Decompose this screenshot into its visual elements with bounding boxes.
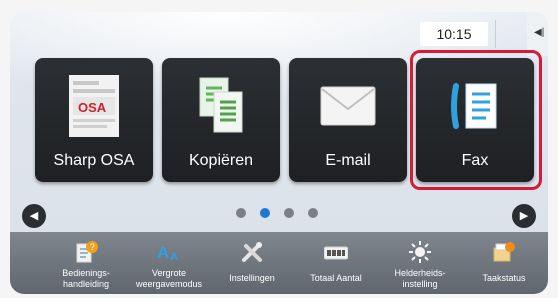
- enlarge-text-icon: A A: [157, 240, 181, 264]
- bottom-item-manual[interactable]: ? Bedienings- handleiding: [46, 232, 126, 294]
- tile-label: E-mail: [325, 152, 371, 169]
- osa-icon-text: OSA: [78, 100, 107, 115]
- svg-text:A: A: [157, 243, 169, 262]
- svg-text:A: A: [170, 251, 178, 263]
- home-screen: 10:15 ◀| OSA Sharp OSA Kopiëren E-mail F…: [10, 12, 548, 294]
- tile-copy[interactable]: Kopiëren: [162, 58, 280, 182]
- collapse-panel-icon: ◀|: [534, 27, 545, 38]
- counter-icon: [323, 240, 349, 264]
- clock: 10:15: [420, 22, 488, 46]
- bottom-toolbar: ? Bedienings- handleiding A A Vergrote w…: [10, 232, 548, 294]
- device-frame: 10:15 ◀| OSA Sharp OSA Kopiëren E-mail F…: [0, 0, 558, 298]
- bottom-item-enlarge[interactable]: A A Vergrote weergavemodus: [129, 232, 209, 294]
- tile-label: Kopiëren: [188, 152, 254, 169]
- copy-icon: [162, 72, 280, 140]
- page-dot-active[interactable]: [260, 208, 270, 218]
- next-page-button[interactable]: ▶: [512, 204, 536, 228]
- bottom-item-settings[interactable]: Instellingen: [212, 232, 292, 294]
- bottom-item-brightness[interactable]: Helderheids- instelling: [380, 232, 460, 294]
- tile-sharp-osa[interactable]: OSA Sharp OSA: [35, 58, 153, 182]
- page-indicator: [236, 205, 336, 221]
- tile-email[interactable]: E-mail: [289, 58, 407, 182]
- mail-icon: [289, 72, 407, 140]
- sharp-osa-icon: OSA: [35, 72, 153, 140]
- bottom-label: Instellingen: [229, 273, 275, 283]
- tools-icon: [240, 240, 264, 264]
- bottom-label: Taakstatus: [482, 273, 526, 283]
- brightness-icon: [408, 240, 432, 264]
- job-status-icon: [492, 240, 516, 264]
- page-dot[interactable]: [236, 208, 246, 218]
- bottom-label: Helderheids- instelling: [394, 268, 446, 289]
- manual-icon: ?: [74, 240, 98, 264]
- prev-page-button[interactable]: ◀: [22, 204, 46, 228]
- bottom-item-job-status[interactable]: Taakstatus: [464, 232, 544, 294]
- bottom-label: Totaal Aantal: [310, 273, 362, 283]
- status-divider: [495, 20, 496, 48]
- bottom-label: Vergrote weergavemodus: [135, 268, 203, 289]
- tile-label: Sharp OSA: [53, 152, 135, 169]
- page-dot[interactable]: [308, 208, 318, 218]
- svg-text:?: ?: [90, 242, 95, 252]
- page-dot[interactable]: [284, 208, 294, 218]
- bottom-item-counter[interactable]: Totaal Aantal: [296, 232, 376, 294]
- fax-highlight-frame: [410, 50, 542, 190]
- bottom-label: Bedienings- handleiding: [62, 268, 110, 289]
